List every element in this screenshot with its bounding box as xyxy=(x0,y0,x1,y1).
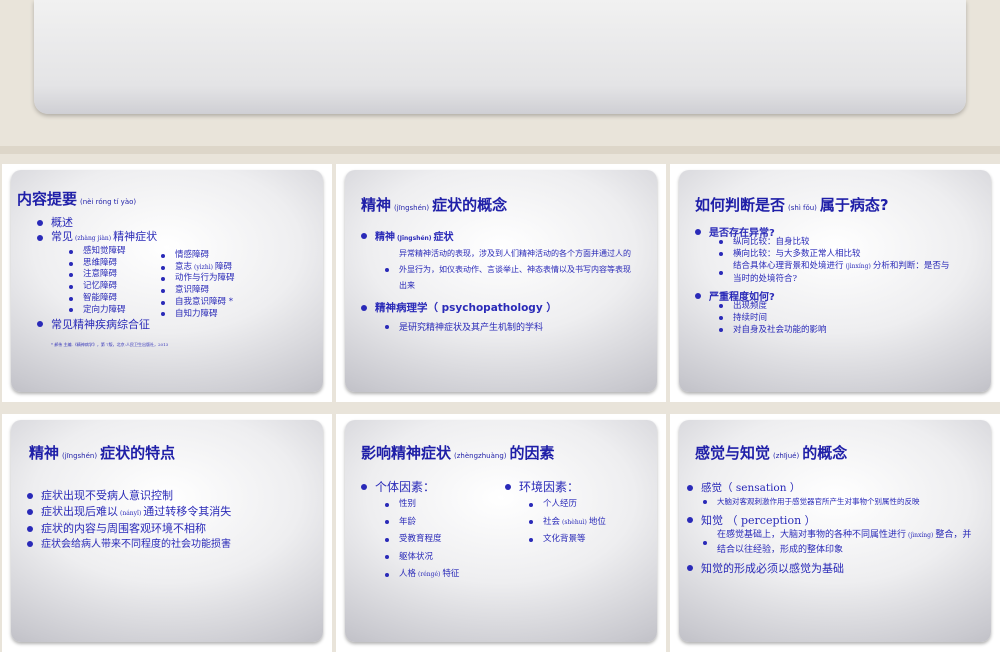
slide-thumbnail-symptom-features[interactable]: 精神 (jīngshén) 症状的特点 症状出现不受病人意识控制 症状出现后难以 (n… xyxy=(2,414,332,652)
heading-1: 精神 (Jīngshén) 症状 xyxy=(361,228,454,243)
features-list: 症状出现不受病人意识控制 症状出现后难以 (nányǐ) 通过转移令其消失 症状的内… xyxy=(27,488,231,552)
slide-title: 如何判断是否 (shì fǒu) 属于病态? xyxy=(695,196,889,214)
individual-factors-list: 性别 年龄 受教育程度 躯体状况 人格 (réngé) 特征 xyxy=(385,496,459,584)
previous-slide-thumbnail[interactable] xyxy=(34,0,966,114)
slide-canvas: 影响精神症状 (zhèngzhuàng) 的因素 个体因素： 性别 年龄 受教育程度… xyxy=(345,420,657,642)
list-item: 自我意识障碍 * xyxy=(161,297,235,309)
heading-2: 精神病理学（ psychopathology ） xyxy=(361,300,557,315)
title-text: 内容提要 xyxy=(17,190,78,208)
slide-title: 内容提要 (nèi róng tí yào) xyxy=(17,188,139,209)
perception-definition: 在感觉基础上，大脑对事物的各种不同属性进行 (jìnxíng) 整合，并结合以往经验… xyxy=(703,528,975,557)
title-ruby: (nèi róng tí yào) xyxy=(80,198,137,206)
heading-individual: 个体因素： xyxy=(361,478,435,495)
sub-list-1: 纵向比较：自身比较 横向比较：与大多数正常人相比较 结合具体心理背景和处境进行(… xyxy=(719,236,955,285)
symptom-list-col1: 感知觉障碍 思维障碍 注意障碍 记忆障碍 智能障碍 定向力障碍 xyxy=(69,246,126,316)
definition-paragraph: 异常精神活动的表现，涉及到人们精神活动的各个方面并通过人的外显行为，如仪表动作、… xyxy=(385,246,635,294)
list-item: 动作与行为障碍 xyxy=(161,273,235,285)
list-item: 意识障碍 xyxy=(161,285,235,297)
list-item: 自知力障碍 xyxy=(161,309,235,321)
list-item: 注意障碍 xyxy=(69,269,126,281)
outline-list: 概述 常见 (zhàng jiàn) 精神症状 xyxy=(37,216,157,246)
footnote: * 郝伟 主编.《精神病学》，第 7版，北京:人民卫生出版社，2013 xyxy=(51,342,169,347)
slide-canvas: 精神 (jīngshén) 症状的特点 症状出现不受病人意识控制 症状出现后难以 (n… xyxy=(11,420,323,642)
paragraph: 是研究精神症状及其产生机制的学科 xyxy=(385,320,543,333)
heading-sensation: 感觉（ sensation ） xyxy=(687,480,800,495)
environment-factors-list: 个人经历 社会 (shèhuì) 地位 文化背景等 xyxy=(529,496,606,549)
slide-title: 影响精神症状 (zhèngzhuàng) 的因素 xyxy=(361,444,555,462)
perception-note: 知觉的形成必须以感觉为基础 xyxy=(687,560,844,576)
list-item: 记忆障碍 xyxy=(69,281,126,293)
sensation-definition: 大脑对客观刺激作用于感觉器官所产生对事物个别属性的反映 xyxy=(703,496,920,507)
slide-thumbnail-outline[interactable]: 内容提要 (nèi róng tí yào) 概述 常见 (zhàng jiàn) 精… xyxy=(2,164,332,402)
slide-title: 精神 (jīngshén) 症状的概念 xyxy=(361,196,508,214)
slide-canvas: 内容提要 (nèi róng tí yào) 概述 常见 (zhàng jiàn) 精… xyxy=(11,170,323,392)
list-item: 智能障碍 xyxy=(69,293,126,305)
list-item: 情感障碍 xyxy=(161,250,235,262)
slide-thumbnail-judgement[interactable]: 如何判断是否 (shì fǒu) 属于病态? 是否存在异常? 纵向比较：自身比较 横… xyxy=(670,164,1000,402)
slide-title: 精神 (jīngshén) 症状的特点 xyxy=(29,444,176,462)
list-item: 常见精神疾病综合征 xyxy=(37,316,150,332)
list-item: 概述 xyxy=(37,216,157,230)
list-item: 定向力障碍 xyxy=(69,305,126,317)
heading-perception: 知觉 （ perception ） xyxy=(687,512,816,528)
slide-title: 感觉与知觉 (zhījué) 的概念 xyxy=(695,444,848,462)
slide-thumbnail-symptom-concept[interactable]: 精神 (jīngshén) 症状的概念 精神 (Jīngshén) 症状 异常精神活动的… xyxy=(336,164,666,402)
list-item: 意志 (yìzhì) 障碍 xyxy=(161,262,235,274)
divider xyxy=(0,146,1000,154)
sub-list-2: 出现频度 持续时间 对自身及社会功能的影响 xyxy=(719,300,827,336)
slide-thumbnail-influencing-factors[interactable]: 影响精神症状 (zhèngzhuàng) 的因素 个体因素： 性别 年龄 受教育程度… xyxy=(336,414,666,652)
symptom-list-col2: 情感障碍 意志 (yìzhì) 障碍 动作与行为障碍 意识障碍 自我意识障碍 * 自… xyxy=(161,250,235,320)
list-item: 感知觉障碍 xyxy=(69,246,126,258)
slide-canvas: 精神 (jīngshén) 症状的概念 精神 (Jīngshén) 症状 异常精神活动的… xyxy=(345,170,657,392)
slide-canvas: 如何判断是否 (shì fǒu) 属于病态? 是否存在异常? 纵向比较：自身比较 横… xyxy=(679,170,991,392)
slide-thumbnail-sensation-perception[interactable]: 感觉与知觉 (zhījué) 的概念 感觉（ sensation ） 大脑对客观刺激… xyxy=(670,414,1000,652)
slide-canvas: 感觉与知觉 (zhījué) 的概念 感觉（ sensation ） 大脑对客观刺激… xyxy=(679,420,991,642)
list-item: 思维障碍 xyxy=(69,258,126,270)
outline-list-last: 常见精神疾病综合征 xyxy=(37,316,150,332)
heading-environment: 环境因素： xyxy=(505,478,579,495)
list-item: 常见 (zhàng jiàn) 精神症状 xyxy=(37,230,157,246)
